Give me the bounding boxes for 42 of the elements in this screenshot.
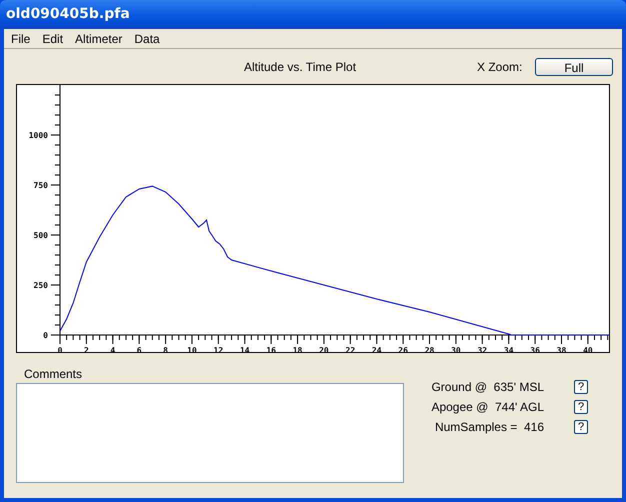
x-tick-label: 20 <box>319 346 329 353</box>
menu-item[interactable]: Altimeter <box>75 30 122 48</box>
x-tick-label: 28 <box>424 346 434 353</box>
x-tick-label: 8 <box>163 346 168 353</box>
y-tick-label: 750 <box>34 181 48 190</box>
info-text: Ground @ 635' MSL <box>430 379 544 396</box>
zoom-button[interactable]: Full <box>535 58 613 76</box>
x-tick-label: 0 <box>58 346 62 353</box>
menu-item[interactable]: Edit <box>42 30 64 48</box>
x-tick-label: 34 <box>504 346 514 353</box>
x-tick-label: 16 <box>266 346 276 353</box>
x-tick-label: 2 <box>84 346 89 353</box>
x-tick-label: 6 <box>136 346 142 353</box>
x-tick-label: 30 <box>451 346 461 353</box>
x-tick-label: 18 <box>292 346 302 353</box>
x-tick-label: 40 <box>583 346 593 353</box>
x-tick-label: 4 <box>110 346 116 353</box>
help-button[interactable]: ? <box>574 380 588 394</box>
y-tick-label: 0 <box>43 331 48 340</box>
x-zoom-label: X Zoom: <box>477 59 524 76</box>
y-tick-label: 1000 <box>28 131 48 140</box>
x-tick-label: 38 <box>556 346 566 353</box>
help-button[interactable]: ? <box>574 420 588 434</box>
window-title: old090405b.pfa <box>6 5 130 24</box>
menu-item[interactable]: Data <box>134 30 160 48</box>
x-tick-label: 32 <box>477 346 488 353</box>
info-text: NumSamples = 416 <box>434 419 544 436</box>
x-tick-label: 10 <box>187 346 197 353</box>
y-tick-label: 500 <box>34 231 48 240</box>
x-tick-label: 22 <box>346 346 356 353</box>
x-tick-label: 36 <box>530 346 540 353</box>
info-text: Apogee @ 744' AGL <box>430 399 544 416</box>
y-tick-label: 250 <box>34 281 48 290</box>
x-tick-label: 26 <box>398 346 408 353</box>
menu-item[interactable]: File <box>11 30 30 48</box>
help-button[interactable]: ? <box>574 400 588 414</box>
x-tick-label: 12 <box>214 346 224 353</box>
x-tick-label: 24 <box>372 346 382 353</box>
plot-title: Altitude vs. Time Plot <box>244 59 358 76</box>
comments-field[interactable] <box>16 383 404 483</box>
x-tick-label: 14 <box>240 346 250 353</box>
comments-label: Comments <box>24 366 84 381</box>
